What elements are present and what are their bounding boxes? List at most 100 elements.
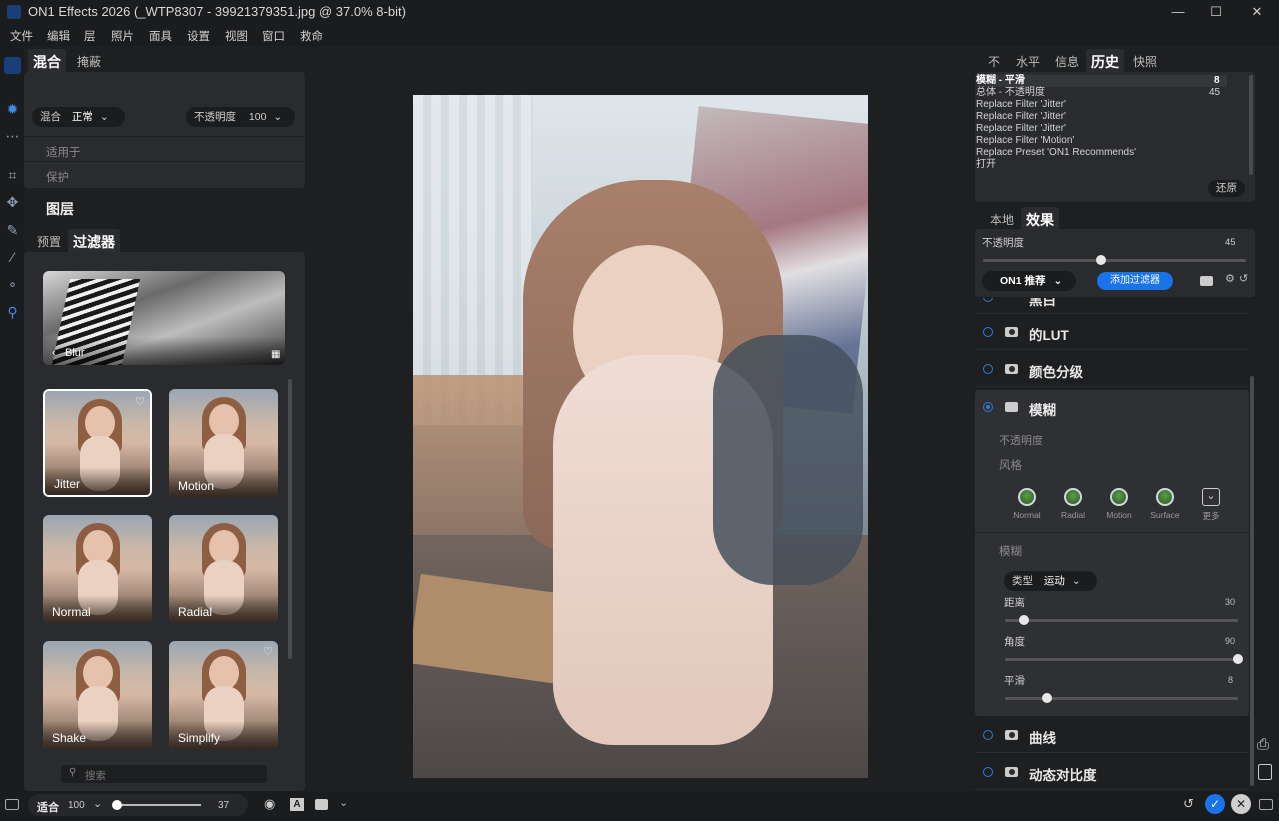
style-more[interactable]: ⌄ 更多 (1189, 488, 1233, 522)
panel-toggle-right-icon[interactable] (1259, 799, 1273, 810)
minimize-button[interactable]: — (1168, 2, 1188, 22)
effects-opacity-slider[interactable] (983, 259, 1246, 262)
menu-file[interactable]: 文件 (10, 28, 33, 44)
fx-row-dynamic-contrast[interactable]: 动态对比度 (975, 754, 1249, 790)
slider-knob[interactable] (1018, 615, 1029, 625)
radio-icon[interactable] (983, 298, 993, 302)
more-dots-icon[interactable]: ⋯ (4, 128, 21, 145)
filter-thumb-radial[interactable]: Radial (169, 515, 278, 623)
apply-to-label[interactable]: 适用于 (46, 144, 81, 160)
blend-mode-select[interactable]: 混合 正常 ⌄ (32, 107, 125, 127)
fx-row-color-grading[interactable]: 颜色分级 (975, 351, 1249, 387)
tab-presets[interactable]: 预置 (37, 233, 61, 250)
style-normal[interactable]: Normal (1005, 488, 1049, 520)
history-item[interactable]: Replace Filter 'Motion' (976, 135, 1074, 147)
filter-thumb-jitter[interactable]: ♡ Jitter (43, 389, 152, 497)
fx-row-partial[interactable]: 黑白 (975, 298, 1249, 313)
heart-icon[interactable]: ♡ (135, 395, 145, 408)
mask-icon[interactable] (1005, 364, 1018, 374)
radio-icon[interactable] (983, 364, 993, 374)
mask-icon[interactable] (1200, 276, 1213, 286)
tab-level[interactable]: 水平 (1016, 53, 1040, 70)
filter-thumb-simplify[interactable]: ♡ Simplify (169, 641, 278, 749)
menu-edit[interactable]: 编辑 (47, 28, 70, 44)
eye-icon[interactable]: ◉ (264, 796, 275, 812)
back-chevron-icon[interactable]: ‹ (52, 347, 56, 359)
menu-window[interactable]: 窗口 (262, 28, 285, 44)
menu-help[interactable]: 救命 (300, 28, 323, 44)
retouch-icon[interactable]: ∘ (4, 276, 21, 293)
undo-icon[interactable]: ↺ (1183, 796, 1194, 812)
tab-none[interactable]: 不 (988, 53, 1000, 70)
effects-scrollbar[interactable] (1250, 376, 1254, 786)
mask-icon[interactable] (1005, 767, 1018, 777)
blur-type-select[interactable]: 类型 运动 ⌄ (1004, 571, 1097, 591)
history-scrollbar[interactable] (1249, 75, 1253, 175)
slider-knob[interactable] (1233, 654, 1243, 664)
maximize-button[interactable]: ☐ (1206, 2, 1226, 22)
preset-dropdown[interactable]: ON1 推荐 ⌄ (982, 271, 1076, 291)
panel-toggle-left-icon[interactable] (5, 799, 19, 810)
tab-mask[interactable]: 掩蔽 (77, 53, 101, 70)
filter-thumb-shake[interactable]: Shake (43, 641, 152, 749)
angle-slider[interactable] (1005, 658, 1238, 661)
history-item[interactable]: Replace Preset 'ON1 Recommends' (976, 147, 1136, 159)
photo-canvas[interactable] (413, 95, 868, 778)
radio-icon[interactable] (983, 402, 993, 412)
export-icon[interactable] (1258, 764, 1272, 780)
apply-check-icon[interactable]: ✓ (1205, 794, 1225, 814)
menu-view[interactable]: 视图 (225, 28, 248, 44)
fx-row-curves[interactable]: 曲线 (975, 717, 1249, 753)
opacity-select[interactable]: 不透明度 100 ⌄ (186, 107, 295, 127)
history-item[interactable]: 总体 - 不透明度 (976, 87, 1045, 99)
history-item[interactable]: Replace Filter 'Jitter' (976, 111, 1066, 123)
close-button[interactable]: ✕ (1247, 2, 1267, 22)
reset-icon[interactable]: ↺ (1239, 272, 1248, 285)
fit-button[interactable]: 适合 (37, 799, 59, 815)
menu-mask[interactable]: 面具 (149, 28, 172, 44)
style-motion[interactable]: Motion (1097, 488, 1141, 520)
chevron-down-icon[interactable]: ⌄ (339, 796, 348, 809)
filter-thumb-normal[interactable]: Normal (43, 515, 152, 623)
smooth-slider[interactable] (1005, 697, 1238, 700)
heart-icon[interactable]: ♡ (263, 645, 273, 658)
grid-view-icon[interactable]: ▦ (271, 349, 280, 360)
style-surface[interactable]: Surface (1143, 488, 1187, 520)
history-item[interactable]: Replace Filter 'Jitter' (976, 123, 1066, 135)
menu-settings[interactable]: 设置 (187, 28, 210, 44)
filter-search-input[interactable]: ⚲ 搜索 (61, 765, 267, 783)
print-icon[interactable]: ⎙ (1257, 736, 1269, 753)
history-item[interactable]: Replace Filter 'Jitter' (976, 99, 1066, 111)
radio-icon[interactable] (983, 767, 993, 777)
mask-icon[interactable] (1005, 327, 1018, 337)
tab-snapshots[interactable]: 快照 (1133, 53, 1157, 70)
tab-local[interactable]: 本地 (990, 211, 1014, 228)
cancel-x-icon[interactable]: ✕ (1231, 794, 1251, 814)
gear-icon[interactable]: ⚙ (1225, 272, 1235, 285)
crop-icon[interactable]: ⌗ (4, 167, 21, 184)
restore-button[interactable]: 还原 (1208, 180, 1245, 197)
effects-gear-icon[interactable]: ✹ (4, 101, 21, 118)
zoom-value[interactable]: 100 (68, 800, 85, 811)
radio-icon[interactable] (983, 327, 993, 337)
slider-knob[interactable] (1096, 255, 1107, 265)
filter-thumb-motion[interactable]: Motion (169, 389, 278, 497)
menu-layer[interactable]: 层 (84, 28, 96, 44)
protect-label[interactable]: 保护 (46, 169, 69, 185)
filters-scrollbar[interactable] (288, 379, 292, 659)
chevron-down-icon[interactable]: ⌄ (93, 797, 102, 810)
category-banner[interactable]: ‹ Blur ▦ (43, 271, 285, 365)
tab-info[interactable]: 信息 (1055, 53, 1079, 70)
distance-slider[interactable] (1005, 619, 1238, 622)
add-filter-button[interactable]: 添加过滤器 (1097, 272, 1173, 290)
history-item[interactable]: 打开 (976, 159, 996, 171)
mask-view-icon[interactable] (315, 799, 328, 810)
slider-knob[interactable] (112, 800, 122, 810)
mask-icon[interactable] (1005, 730, 1018, 740)
history-item-current[interactable]: 模糊 - 平滑 (976, 75, 1025, 87)
zoom-icon[interactable]: ⚲ (4, 304, 21, 321)
style-radial[interactable]: Radial (1051, 488, 1095, 520)
brush-icon[interactable]: ⁄ (4, 249, 21, 266)
fx-row-lut[interactable]: 的LUT (975, 314, 1249, 350)
magic-wand-icon[interactable]: ✎ (4, 222, 21, 239)
